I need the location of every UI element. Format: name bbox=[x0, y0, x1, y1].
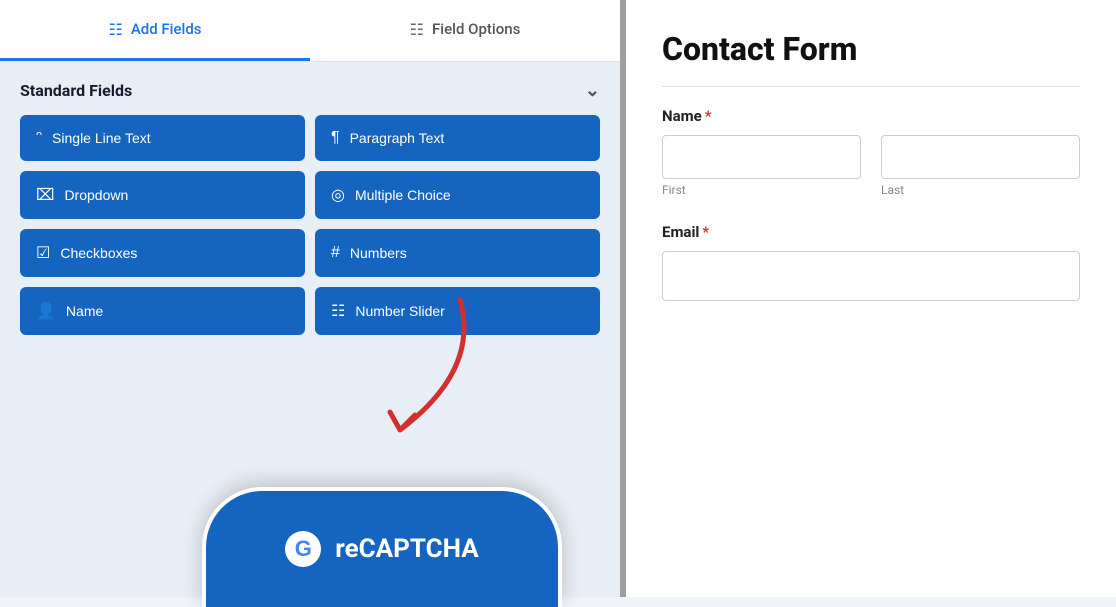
tab-field-options[interactable]: ☷ Field Options bbox=[310, 0, 620, 61]
last-name-field: Last bbox=[881, 135, 1080, 197]
checkboxes-icon: ☑ bbox=[36, 243, 50, 263]
name-required-star: * bbox=[705, 107, 712, 125]
google-g-logo: G bbox=[285, 531, 321, 567]
first-name-field: First bbox=[662, 135, 861, 197]
field-btn-numbers[interactable]: # Numbers bbox=[315, 229, 600, 277]
single-line-text-icon: ᵔ bbox=[36, 129, 42, 147]
tab-add-fields[interactable]: ☷ Add Fields bbox=[0, 0, 310, 61]
field-btn-multiple-choice-label: Multiple Choice bbox=[355, 187, 451, 203]
right-panel: Contact Form Name* First Last Email* bbox=[620, 0, 1116, 597]
number-slider-icon: ☷ bbox=[331, 301, 345, 321]
field-btn-single-line-text-label: Single Line Text bbox=[52, 130, 151, 146]
multiple-choice-icon: ◎ bbox=[331, 185, 345, 205]
section-title: Standard Fields bbox=[20, 81, 132, 100]
recaptcha-zoom-button[interactable]: G reCAPTCHA bbox=[202, 487, 562, 607]
field-btn-checkboxes-label: Checkboxes bbox=[60, 245, 137, 261]
name-icon: 👤 bbox=[36, 301, 56, 321]
email-label: Email* bbox=[662, 223, 1080, 241]
field-btn-dropdown[interactable]: ⌧ Dropdown bbox=[20, 171, 305, 219]
field-btn-number-slider[interactable]: ☷ Number Slider bbox=[315, 287, 600, 335]
field-btn-paragraph-text-label: Paragraph Text bbox=[350, 130, 445, 146]
fields-grid: ᵔ Single Line Text ¶ Paragraph Text ⌧ Dr… bbox=[0, 115, 620, 335]
field-btn-multiple-choice[interactable]: ◎ Multiple Choice bbox=[315, 171, 600, 219]
field-btn-dropdown-label: Dropdown bbox=[64, 187, 128, 203]
form-title: Contact Form bbox=[662, 30, 1080, 68]
dropdown-icon: ⌧ bbox=[36, 185, 54, 205]
paragraph-text-icon: ¶ bbox=[331, 129, 340, 147]
email-input[interactable] bbox=[662, 251, 1080, 301]
email-section: Email* bbox=[662, 223, 1080, 301]
standard-fields-header: Standard Fields ⌄ bbox=[0, 62, 620, 115]
left-panel: ☷ Add Fields ☷ Field Options Standard Fi… bbox=[0, 0, 620, 597]
last-sublabel: Last bbox=[881, 183, 1080, 197]
field-options-icon: ☷ bbox=[410, 20, 424, 39]
recaptcha-label: reCAPTCHA bbox=[335, 534, 478, 564]
field-btn-checkboxes[interactable]: ☑ Checkboxes bbox=[20, 229, 305, 277]
field-btn-name[interactable]: 👤 Name bbox=[20, 287, 305, 335]
tab-field-options-label: Field Options bbox=[432, 20, 520, 38]
field-btn-single-line-text[interactable]: ᵔ Single Line Text bbox=[20, 115, 305, 161]
field-btn-paragraph-text[interactable]: ¶ Paragraph Text bbox=[315, 115, 600, 161]
field-btn-numbers-label: Numbers bbox=[350, 245, 407, 261]
add-fields-icon: ☷ bbox=[108, 20, 122, 39]
form-divider bbox=[662, 86, 1080, 87]
last-name-input[interactable] bbox=[881, 135, 1080, 179]
chevron-down-icon[interactable]: ⌄ bbox=[585, 80, 600, 101]
name-label: Name* bbox=[662, 107, 1080, 125]
field-btn-name-label: Name bbox=[66, 303, 103, 319]
tab-add-fields-label: Add Fields bbox=[131, 20, 202, 38]
email-required-star: * bbox=[702, 223, 709, 241]
tabs-bar: ☷ Add Fields ☷ Field Options bbox=[0, 0, 620, 62]
first-name-input[interactable] bbox=[662, 135, 861, 179]
first-sublabel: First bbox=[662, 183, 861, 197]
name-row: First Last bbox=[662, 135, 1080, 197]
field-btn-number-slider-label: Number Slider bbox=[355, 303, 444, 319]
numbers-icon: # bbox=[331, 244, 340, 262]
